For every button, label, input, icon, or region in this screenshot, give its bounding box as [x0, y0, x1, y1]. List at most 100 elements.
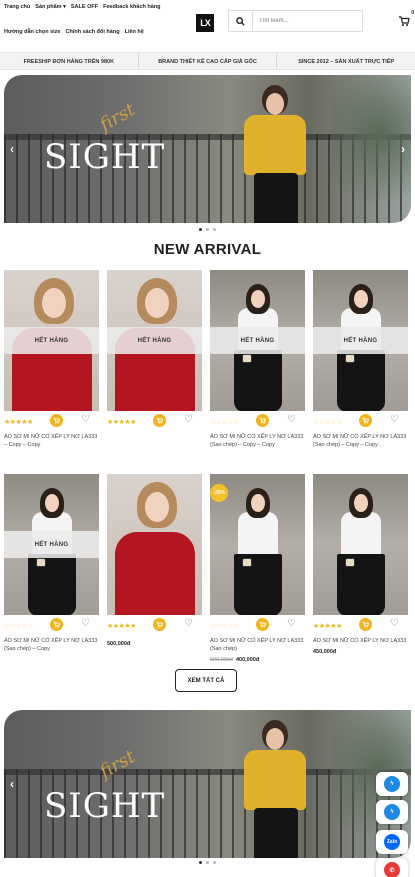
chevron-right-icon[interactable]: › — [401, 142, 405, 156]
messenger-contact-button[interactable]: ϟ — [376, 772, 408, 796]
heart-icon[interactable]: ♡ — [184, 414, 193, 425]
hero-banner-repeat[interactable]: first SIGHT ‹ — [4, 710, 411, 858]
slide-dot[interactable] — [199, 861, 202, 864]
rating-stars: ★★★★★ — [107, 419, 136, 426]
chevron-left-icon[interactable]: ‹ — [10, 142, 14, 156]
product-image[interactable]: HẾT HÀNG — [107, 270, 202, 411]
product-price: 500,000đ 400,000đ — [210, 657, 305, 663]
heart-icon[interactable]: ♡ — [287, 414, 296, 425]
sold-out-label: HẾT HÀNG — [107, 327, 202, 354]
nav-return-policy[interactable]: Chính sách đổi hàng — [65, 29, 119, 35]
sold-out-label: HẾT HÀNG — [210, 327, 305, 354]
product-card[interactable]: HẾT HÀNG ★★★★★ ♡ — [107, 270, 202, 433]
slide-dot[interactable] — [199, 228, 202, 231]
cart-icon — [156, 417, 163, 424]
rating-stars: ☆☆☆☆☆ — [4, 623, 33, 630]
product-name[interactable]: ÁO SƠ MI NỮ CỔ XẾP LY NƠ LA333 (Sao chép… — [4, 637, 99, 653]
slide-dot[interactable] — [213, 228, 216, 231]
nav-home[interactable]: Trang chủ — [4, 4, 30, 10]
rating-stars: ☆☆☆☆☆ — [313, 419, 342, 426]
product-card[interactable]: HẾT HÀNG ☆☆☆☆☆ ♡ ÁO SƠ MI NỮ CỔ XẾP LY NƠ L… — [4, 474, 99, 653]
cart-icon — [53, 621, 60, 628]
product-name[interactable]: ÁO SƠ MI NỮ CỔ XẾP LY NƠ LA333 — [313, 637, 408, 645]
banner-dots — [0, 861, 415, 864]
product-name[interactable]: ÁO SƠ MI NỮ CỔ XẾP LY NƠ LA333 (Sao chép… — [210, 637, 305, 653]
nav-contact[interactable]: Liên hệ — [125, 29, 144, 35]
chevron-down-icon: ▾ — [63, 4, 66, 10]
cart-icon — [156, 621, 163, 628]
heart-icon[interactable]: ♡ — [390, 414, 399, 425]
nav-sale-off[interactable]: SALE OFF — [71, 4, 98, 10]
banner-script-text: first — [96, 99, 139, 136]
product-price: 500,000đ — [107, 641, 202, 647]
banner-title: SIGHT — [44, 137, 166, 177]
rating-stars: ☆☆☆☆☆ — [210, 419, 239, 426]
search-button[interactable] — [229, 11, 253, 31]
search-bar — [228, 10, 363, 32]
zalo-icon: Zalo — [384, 834, 400, 850]
messenger-contact-button[interactable]: ϟ — [376, 800, 408, 824]
rating-stars: ★★★★★ — [4, 419, 33, 426]
cart-icon — [362, 417, 369, 424]
product-image[interactable] — [107, 474, 202, 615]
product-card[interactable]: HẾT HÀNG ☆☆☆☆☆ ♡ ÁO SƠ MI NỮ CỔ XẾP LY NƠ L… — [313, 270, 408, 449]
add-to-cart-button[interactable] — [256, 414, 269, 427]
product-name[interactable]: ÁO SƠ MI NỮ CỔ XẾP LY NƠ LA333 (Sao chép… — [210, 433, 305, 449]
product-name[interactable]: ÁO SƠ MI NỮ CỔ XẾP LY NƠ LA333 – Copy – … — [4, 433, 99, 449]
hero-banner[interactable]: first SIGHT ‹ › — [4, 75, 411, 223]
heart-icon[interactable]: ♡ — [287, 618, 296, 629]
product-card[interactable]: -20% ☆☆☆☆☆ ♡ ÁO SƠ MI NỮ CỔ XẾP LY NƠ LA333… — [210, 474, 305, 663]
add-to-cart-button[interactable] — [153, 618, 166, 631]
product-image[interactable]: HẾT HÀNG — [4, 474, 99, 615]
site-logo[interactable]: LX — [196, 14, 214, 32]
nav-size-guide[interactable]: Hướng dẫn chọn size — [4, 29, 60, 35]
product-name[interactable]: ÁO SƠ MI NỮ CỔ XẾP LY NƠ LA333 (Sao chép… — [313, 433, 408, 449]
product-image[interactable] — [313, 474, 408, 615]
current-price: 400,000đ — [235, 657, 260, 663]
heart-icon[interactable]: ♡ — [81, 618, 90, 629]
sale-badge: -20% — [210, 484, 228, 502]
cart-count: 0 — [411, 10, 414, 16]
product-image[interactable]: -20% — [210, 474, 305, 615]
add-to-cart-button[interactable] — [153, 414, 166, 427]
heart-icon[interactable]: ♡ — [390, 618, 399, 629]
secondary-nav: Hướng dẫn chọn size Chính sách đổi hàng … — [4, 29, 144, 35]
product-card[interactable]: ★★★★★ ♡ 500,000đ — [107, 474, 202, 647]
heart-icon[interactable]: ♡ — [81, 414, 90, 425]
nav-products[interactable]: Sản phẩm ▾ — [35, 4, 66, 10]
product-card[interactable]: ★★★★★ ♡ ÁO SƠ MI NỮ CỔ XẾP LY NƠ LA333 450,… — [313, 474, 408, 655]
search-input[interactable] — [253, 11, 362, 31]
product-image[interactable]: HẾT HÀNG — [4, 270, 99, 411]
add-to-cart-button[interactable] — [359, 618, 372, 631]
info-freeship: FREESHIP ĐƠN HÀNG TRÊN 980K — [23, 59, 115, 65]
heart-icon[interactable]: ♡ — [184, 618, 193, 629]
add-to-cart-button[interactable] — [256, 618, 269, 631]
add-to-cart-button[interactable] — [50, 414, 63, 427]
zalo-contact-button[interactable]: Zalo — [376, 830, 408, 854]
nav-feedback[interactable]: Feedback khách hàng — [103, 4, 160, 10]
product-image[interactable]: HẾT HÀNG — [313, 270, 408, 411]
current-price: 500,000đ — [107, 641, 131, 647]
product-image[interactable]: HẾT HÀNG — [210, 270, 305, 411]
add-to-cart-button[interactable] — [50, 618, 63, 631]
product-card[interactable]: HẾT HÀNG ☆☆☆☆☆ ♡ ÁO SƠ MI NỮ CỔ XẾP LY NƠ L… — [210, 270, 305, 449]
old-price: 500,000đ — [210, 657, 233, 663]
banner-dots — [0, 228, 415, 231]
messenger-icon: ϟ — [384, 804, 400, 820]
slide-dot[interactable] — [206, 228, 209, 231]
sold-out-label: HẾT HÀNG — [4, 531, 99, 558]
current-price: 450,000đ — [313, 649, 337, 655]
cart-button[interactable]: 0 — [398, 10, 414, 28]
cart-icon — [53, 417, 60, 424]
add-to-cart-button[interactable] — [359, 414, 372, 427]
chevron-left-icon[interactable]: ‹ — [10, 777, 14, 791]
section-title: NEW ARRIVAL — [153, 241, 262, 258]
rating-stars: ★★★★★ — [313, 623, 342, 630]
view-all-button[interactable]: XEM TẤT CẢ — [175, 669, 237, 692]
phone-contact-button[interactable]: ✆ — [376, 858, 408, 877]
promo-info-bar: FREESHIP ĐƠN HÀNG TRÊN 980K BRAND THIẾT … — [0, 52, 415, 70]
product-card[interactable]: HẾT HÀNG ★★★★★ ♡ ÁO SƠ MI NỮ CỔ XẾP LY NƠ L… — [4, 270, 99, 449]
messenger-icon: ϟ — [384, 776, 400, 792]
slide-dot[interactable] — [206, 861, 209, 864]
slide-dot[interactable] — [213, 861, 216, 864]
